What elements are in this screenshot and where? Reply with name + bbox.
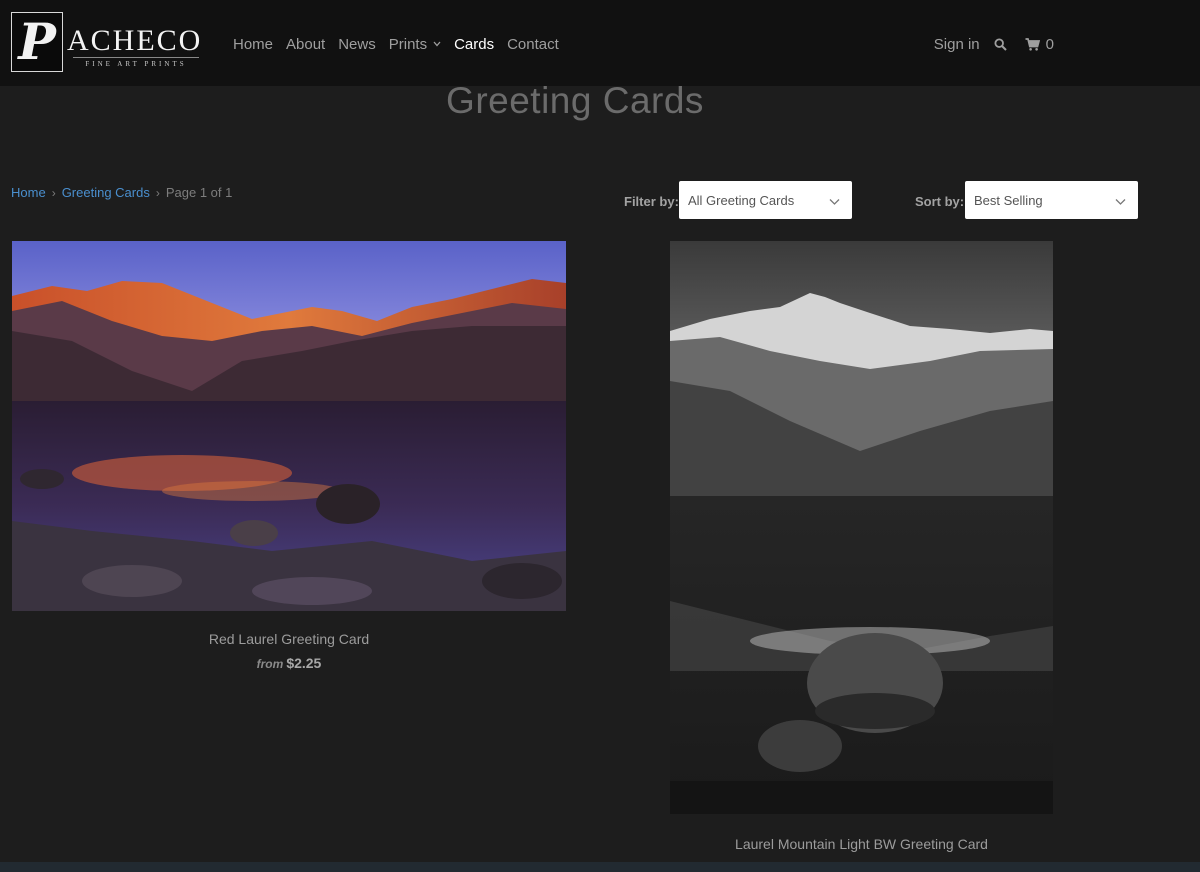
breadcrumb: Home › Greeting Cards › Page 1 of 1 [11,185,232,200]
nav-prints[interactable]: Prints [389,36,441,53]
nav-prints-label: Prints [388,35,428,53]
site-logo[interactable]: P ACHECO FINE ART PRINTS [11,12,203,72]
breadcrumb-home[interactable]: Home [11,185,46,200]
chevron-down-icon [433,39,441,49]
product-price-red-laurel: from $2.25 [12,655,566,671]
breadcrumb-page: Page 1 of 1 [165,185,233,200]
nav-news[interactable]: News [338,36,376,53]
sort-select[interactable]: Best Selling [965,181,1138,219]
nav-contact[interactable]: Contact [507,36,559,53]
site-header: P ACHECO FINE ART PRINTS Home About News… [0,0,1200,86]
cart-button[interactable]: 0 [1025,36,1054,53]
chevron-right-icon: › [155,185,160,200]
sign-in-link[interactable]: Sign in [934,36,980,53]
product-title-red-laurel[interactable]: Red Laurel Greeting Card [12,631,566,647]
nav-home[interactable]: Home [233,36,273,53]
breadcrumb-section[interactable]: Greeting Cards [62,185,150,200]
chevron-right-icon: › [51,185,56,200]
filter-select[interactable]: All Greeting Cards [679,181,852,219]
product-image-red-laurel[interactable] [12,241,566,611]
logo-monogram: P [11,12,63,72]
nav-about[interactable]: About [286,36,325,53]
main-nav: Home About News Prints Cards Contact [233,33,559,55]
header-actions: Sign in 0 [934,33,1054,55]
sort-select-value: Best Selling [974,192,1043,208]
cart-icon [1025,37,1040,51]
bottom-bar [0,862,1200,872]
sort-label: Sort by: [915,194,965,209]
chevron-down-icon [829,194,840,209]
filter-label: Filter by: [624,194,679,209]
cart-count: 0 [1045,35,1054,53]
logo-letter: P [18,12,56,71]
page-title: Greeting Cards [446,80,704,121]
price-from-label: from [256,657,284,671]
price-value: $2.25 [286,655,322,671]
chevron-down-icon [1115,194,1126,209]
product-image-laurel-mountain-bw[interactable] [670,241,1053,814]
product-title-laurel-mountain-bw[interactable]: Laurel Mountain Light BW Greeting Card [670,836,1053,852]
nav-cards[interactable]: Cards [454,36,494,53]
search-icon[interactable] [994,37,1007,51]
logo-tagline: FINE ART PRINTS [73,57,199,68]
logo-wordmark: ACHECO [67,24,203,57]
filter-select-value: All Greeting Cards [688,192,795,208]
